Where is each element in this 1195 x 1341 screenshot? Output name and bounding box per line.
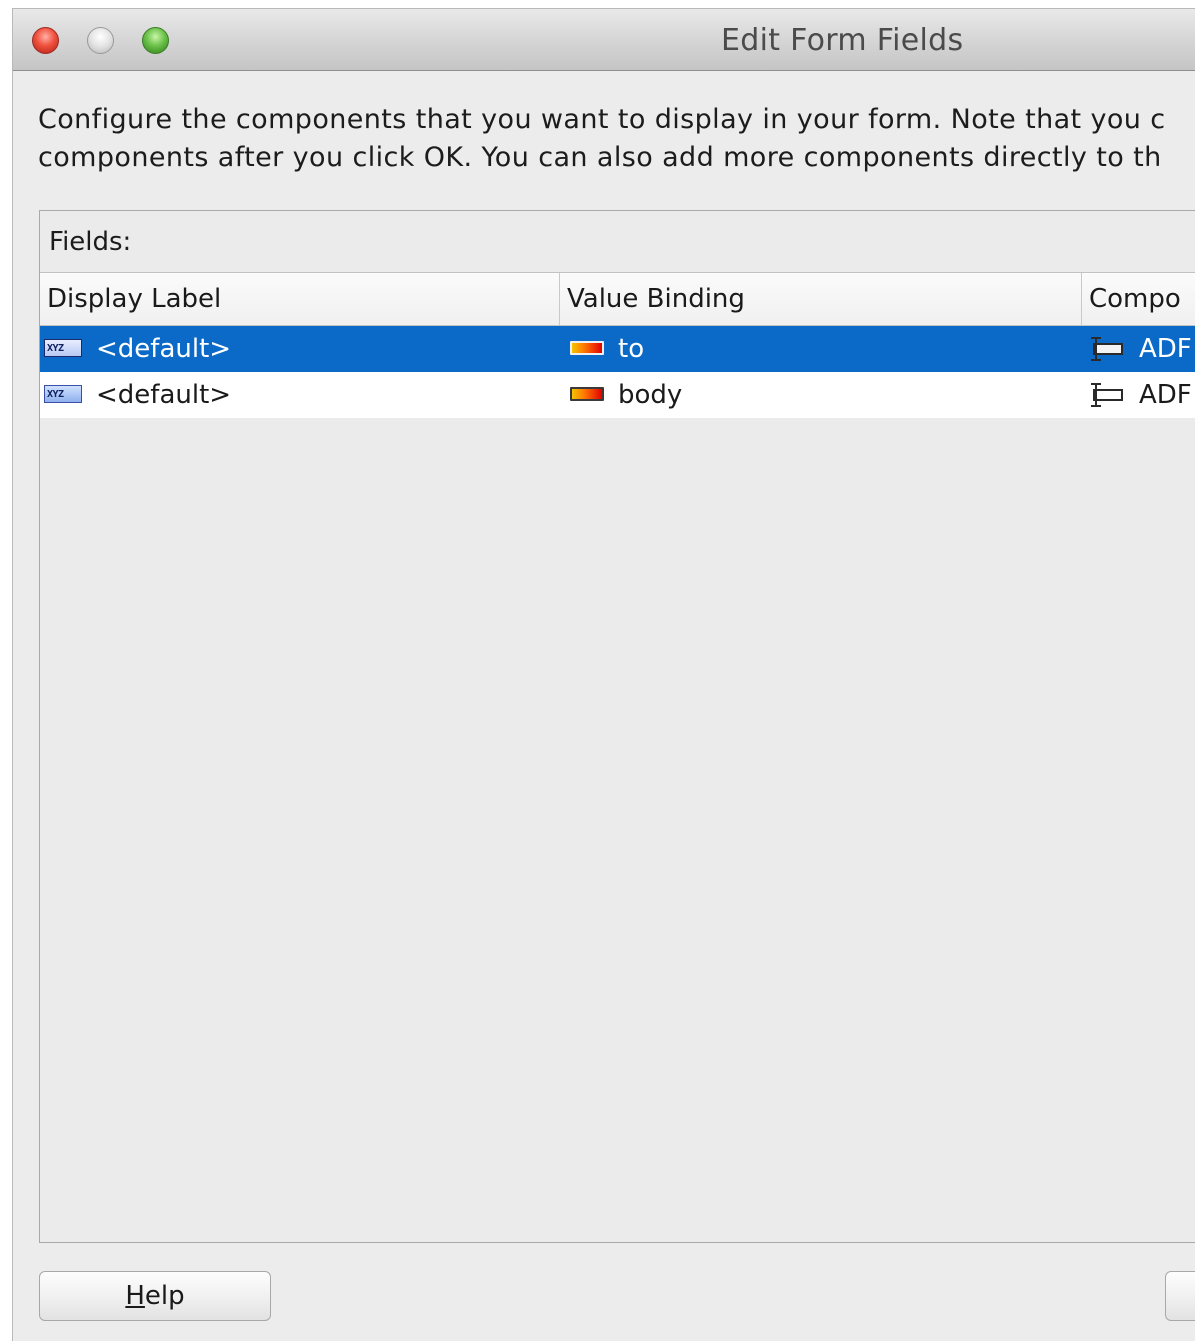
window-title: Edit Form Fields [721,23,964,58]
fields-panel: Fields: Display Label Value Binding Comp… [39,210,1195,1243]
table-header: Display Label Value Binding Compo [40,272,1195,326]
close-window-button[interactable] [32,27,59,54]
component-text: ADF [1139,380,1192,410]
description-line-2: components after you click OK. You can a… [38,142,1162,173]
xyz-text-icon: XYZ [44,384,82,403]
title-bar[interactable]: Edit Form Fields [13,9,1195,71]
minimize-window-button[interactable] [87,27,114,54]
binding-attribute-icon [570,386,604,401]
component-cell[interactable]: ADF [1087,326,1195,372]
description-line-1: Configure the components that you want t… [38,104,1166,135]
value-binding-cell[interactable]: body [570,372,1075,418]
display-label-cell[interactable]: XYZ <default> [44,372,556,418]
column-header-display-label[interactable]: Display Label [40,273,560,325]
column-header-value-binding[interactable]: Value Binding [560,273,1082,325]
help-button[interactable]: Help [39,1271,271,1321]
xyz-text-icon: XYZ [44,338,82,357]
ok-button[interactable] [1165,1271,1195,1321]
help-label: elp [144,1281,185,1311]
input-text-component-icon [1091,336,1123,361]
value-binding-text: body [618,380,683,410]
dialog-description: Configure the components that you want t… [38,101,1195,177]
table-row[interactable]: XYZ <default> to ADF [40,326,1195,372]
column-header-component[interactable]: Compo [1082,273,1195,325]
binding-attribute-icon [570,340,604,355]
edit-form-fields-dialog: Edit Form Fields Configure the component… [12,8,1195,1341]
display-label-text: <default> [96,380,232,410]
help-mnemonic: H [125,1281,145,1311]
fields-table[interactable]: Display Label Value Binding Compo XYZ <de… [40,272,1195,418]
display-label-text: <default> [96,334,232,364]
component-text: ADF [1139,334,1192,364]
fields-label: Fields: [49,227,132,257]
component-cell[interactable]: ADF [1087,372,1195,418]
table-row[interactable]: XYZ <default> body ADF [40,372,1195,418]
value-binding-text: to [618,334,645,364]
value-binding-cell[interactable]: to [570,326,1075,372]
display-label-cell[interactable]: XYZ <default> [44,326,556,372]
zoom-window-button[interactable] [142,27,169,54]
input-text-component-icon [1091,382,1123,407]
